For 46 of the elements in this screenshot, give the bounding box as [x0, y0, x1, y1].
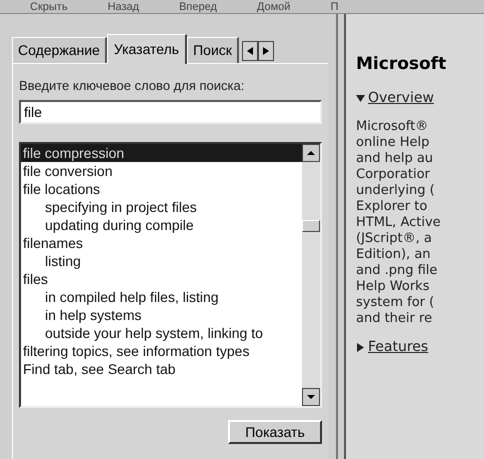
text-line: Microsoft®	[356, 118, 430, 134]
toolbar-button[interactable]: Вперед	[179, 1, 217, 13]
index-entry[interactable]: specifying in project files	[21, 198, 302, 216]
index-entry[interactable]: files	[21, 270, 302, 288]
index-entry[interactable]: filenames	[21, 234, 302, 252]
index-entry[interactable]: in compiled help files, listing	[21, 288, 302, 306]
toolbar-button[interactable]: Назад	[108, 1, 140, 13]
text-line: online Help	[356, 134, 430, 150]
index-entry[interactable]: listing	[21, 252, 302, 270]
text-line: Explorer to	[356, 198, 428, 214]
toolbar-button[interactable]: Домой	[256, 1, 290, 13]
toolbar-button[interactable]: П	[330, 1, 338, 13]
index-entry[interactable]: file compression	[21, 144, 302, 162]
text-line: HTML, Active	[356, 214, 442, 230]
text-line: Edition), an	[356, 246, 432, 262]
text-line: and their re	[356, 310, 434, 326]
left-triangle-icon	[246, 47, 253, 55]
show-button[interactable]: Показать	[228, 420, 322, 444]
topic-title: Microsoft	[356, 53, 448, 76]
toolbar-button[interactable]: Скрыть	[30, 1, 68, 13]
tab[interactable]: Поиск	[187, 37, 239, 63]
scroll-right-button[interactable]	[258, 41, 274, 61]
right-triangle-icon	[262, 47, 269, 55]
text-line: and .png file	[356, 262, 438, 278]
index-entry[interactable]: file locations	[21, 180, 302, 198]
index-entry[interactable]: filtering topics, see information types	[21, 342, 302, 360]
keyword-input-field[interactable]: file	[19, 100, 322, 124]
text-line: system for (	[356, 294, 436, 310]
search-label: Введите ключевое слово для поиска:	[19, 77, 246, 95]
index-entry[interactable]: file conversion	[21, 162, 302, 180]
index-entry[interactable]: in help systems	[21, 306, 302, 324]
index-entry[interactable]: updating during compile	[21, 216, 302, 234]
text-line: (JScript®, a	[356, 230, 433, 246]
text-line: Help Works	[356, 278, 430, 294]
text-line: and help au	[356, 150, 434, 166]
scroll-thumb[interactable]	[302, 220, 320, 232]
text-line: underlying (	[356, 182, 436, 198]
tab[interactable]: Указатель	[106, 34, 188, 64]
text-line: Corporatior	[356, 166, 431, 182]
section-link[interactable]: Features	[368, 336, 428, 358]
section-link[interactable]: Overview	[368, 88, 434, 108]
index-entry[interactable]: Find tab, see Search tab	[21, 360, 302, 378]
scroll-left-button[interactable]	[242, 41, 258, 61]
tab[interactable]: Содержание	[12, 37, 107, 63]
scrollbar[interactable]	[302, 144, 320, 406]
index-entry[interactable]: outside your help system, linking to	[21, 324, 302, 342]
